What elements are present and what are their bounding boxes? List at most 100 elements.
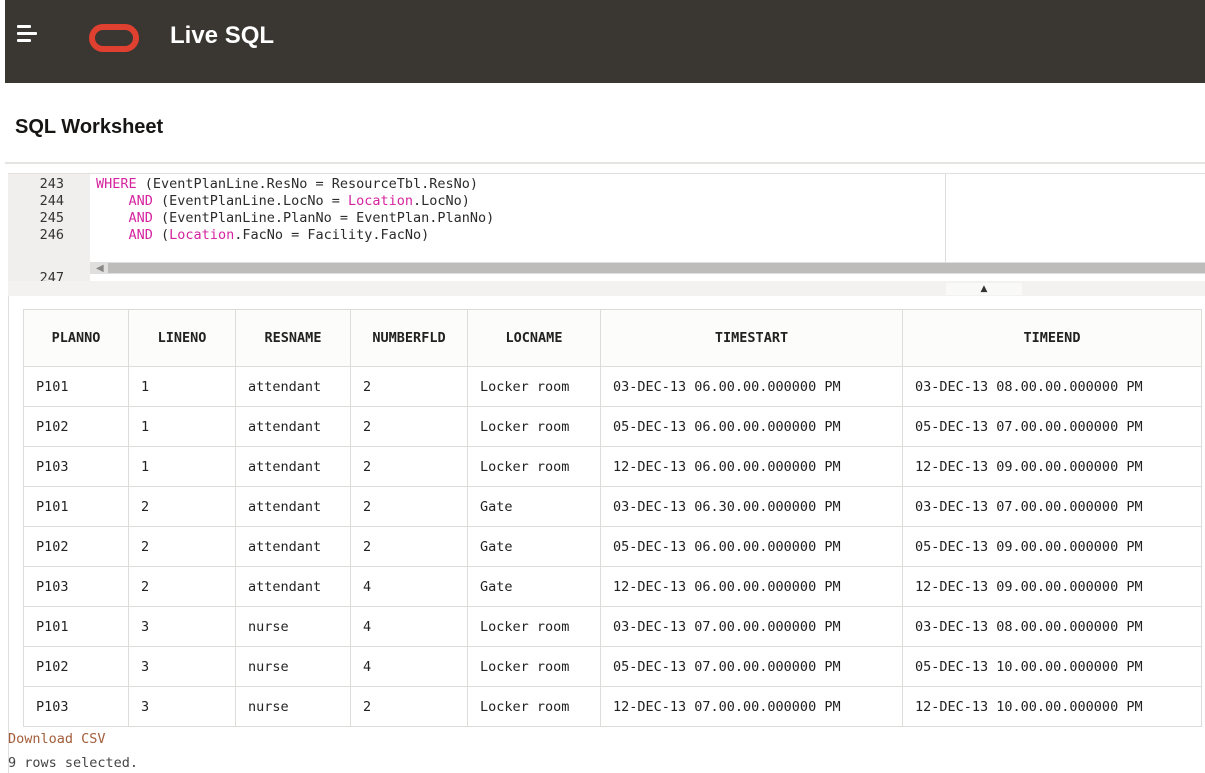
- table-cell: attendant: [235, 526, 351, 567]
- table-cell: 12-DEC-13 09.00.00.000000 PM: [902, 566, 1202, 607]
- code-line[interactable]: AND (Location.FacNo = Facility.FacNo): [96, 227, 430, 243]
- table-cell: nurse: [235, 606, 351, 647]
- table-cell: 2: [350, 366, 468, 407]
- table-cell: P103: [23, 566, 129, 607]
- table-cell: nurse: [235, 686, 351, 727]
- table-cell: 05-DEC-13 06.00.00.000000 PM: [600, 406, 903, 447]
- table-cell: 3: [128, 686, 236, 727]
- download-csv-link[interactable]: Download CSV: [8, 731, 106, 747]
- column-header: PLANNO: [23, 309, 129, 367]
- table-cell: P103: [23, 446, 129, 487]
- column-header: TIMEEND: [902, 309, 1202, 367]
- table-cell: 05-DEC-13 07.00.00.000000 PM: [902, 406, 1202, 447]
- table-cell: 3: [128, 646, 236, 687]
- column-header: RESNAME: [235, 309, 351, 367]
- table-cell: 1: [128, 406, 236, 447]
- table-cell: P102: [23, 646, 129, 687]
- line-number-gutter: 243 244 245 246 247: [8, 174, 90, 286]
- top-navigation-bar: Live SQL: [5, 0, 1205, 83]
- table-cell: P101: [23, 486, 129, 527]
- code-line[interactable]: AND (EventPlanLine.LocNo = Location.LocN…: [96, 193, 470, 209]
- table-cell: Gate: [467, 526, 601, 567]
- table-cell: attendant: [235, 406, 351, 447]
- rows-selected-status: 9 rows selected.: [8, 755, 139, 771]
- table-cell: 4: [350, 606, 468, 647]
- table-cell: Locker room: [467, 446, 601, 487]
- table-row: P102 1 attendant 2 Locker room 05-DEC-13 06.0…: [23, 406, 1202, 447]
- line-number: 243: [39, 176, 64, 192]
- table-cell: 12-DEC-13 06.00.00.000000 PM: [600, 566, 903, 607]
- table-cell: 03-DEC-13 07.00.00.000000 PM: [902, 486, 1202, 527]
- table-row: P101 1 attendant 2 Locker room 03-DEC-13 06.0…: [23, 366, 1202, 407]
- table-cell: Locker room: [467, 406, 601, 447]
- table-cell: 2: [350, 406, 468, 447]
- table-cell: Gate: [467, 566, 601, 607]
- collapse-up-arrow-icon[interactable]: ▲: [946, 283, 1022, 295]
- page-title: SQL Worksheet: [15, 116, 164, 138]
- table-cell: 4: [350, 566, 468, 607]
- table-cell: Locker room: [467, 686, 601, 727]
- table-cell: 2: [128, 566, 236, 607]
- table-cell: Locker room: [467, 366, 601, 407]
- table-cell: P103: [23, 686, 129, 727]
- scrollbar-thumb[interactable]: [108, 263, 1205, 273]
- table-cell: attendant: [235, 486, 351, 527]
- table-cell: 05-DEC-13 06.00.00.000000 PM: [600, 526, 903, 567]
- table-row: P102 3 nurse 4 Locker room 05-DEC-13 07.00.00…: [23, 646, 1202, 687]
- table-row: P103 1 attendant 2 Locker room 12-DEC-13 06.0…: [23, 446, 1202, 487]
- table-cell: attendant: [235, 446, 351, 487]
- table-row: P103 3 nurse 2 Locker room 12-DEC-13 07.00.00…: [23, 686, 1202, 727]
- table-row: P102 2 attendant 2 Gate 05-DEC-13 06.00.00.00…: [23, 526, 1202, 567]
- app-title: Live SQL: [170, 22, 275, 49]
- table-cell: 03-DEC-13 06.00.00.000000 PM: [600, 366, 903, 407]
- table-cell: P102: [23, 526, 129, 567]
- table-cell: 03-DEC-13 06.30.00.000000 PM: [600, 486, 903, 527]
- table-cell: nurse: [235, 646, 351, 687]
- table-cell: 03-DEC-13 08.00.00.000000 PM: [902, 366, 1202, 407]
- table-cell: 2: [350, 446, 468, 487]
- line-number: 245: [39, 210, 64, 226]
- table-cell: 1: [128, 446, 236, 487]
- line-number: 246: [39, 227, 64, 243]
- oracle-logo-icon: [89, 24, 139, 52]
- table-cell: 03-DEC-13 07.00.00.000000 PM: [600, 606, 903, 647]
- scroll-left-arrow-icon[interactable]: ◀: [96, 263, 104, 274]
- print-margin-line: [945, 174, 946, 262]
- table-cell: 2: [350, 686, 468, 727]
- table-cell: attendant: [235, 366, 351, 407]
- hamburger-menu-icon[interactable]: [17, 25, 39, 45]
- divider: [5, 162, 1205, 164]
- table-cell: 2: [128, 486, 236, 527]
- sql-editor[interactable]: 243 244 245 246 247 WHERE (EventPlanLine…: [8, 173, 1205, 286]
- table-cell: 3: [128, 606, 236, 647]
- table-cell: Gate: [467, 486, 601, 527]
- table-cell: 12-DEC-13 10.00.00.000000 PM: [902, 686, 1202, 727]
- table-cell: 05-DEC-13 10.00.00.000000 PM: [902, 646, 1202, 687]
- code-line[interactable]: AND (EventPlanLine.PlanNo = EventPlan.Pl…: [96, 210, 495, 226]
- code-line[interactable]: WHERE (EventPlanLine.ResNo = ResourceTbl…: [96, 176, 478, 192]
- table-cell: 2: [350, 526, 468, 567]
- column-header: NUMBERFLD: [350, 309, 468, 367]
- table-cell: 05-DEC-13 07.00.00.000000 PM: [600, 646, 903, 687]
- table-cell: 05-DEC-13 09.00.00.000000 PM: [902, 526, 1202, 567]
- horizontal-scrollbar[interactable]: [90, 262, 1205, 274]
- table-cell: 12-DEC-13 09.00.00.000000 PM: [902, 446, 1202, 487]
- table-header-row: PLANNO LINENO RESNAME NUMBERFLD LOCNAME …: [23, 309, 1202, 367]
- table-cell: attendant: [235, 566, 351, 607]
- results-table: PLANNO LINENO RESNAME NUMBERFLD LOCNAME …: [23, 309, 1202, 727]
- column-header: TIMESTART: [600, 309, 903, 367]
- pane-splitter[interactable]: ▲: [8, 281, 1205, 297]
- table-cell: 1: [128, 366, 236, 407]
- table-cell: P101: [23, 606, 129, 647]
- table-cell: P101: [23, 366, 129, 407]
- line-number: 244: [39, 193, 64, 209]
- table-row: P101 3 nurse 4 Locker room 03-DEC-13 07.00.00…: [23, 606, 1202, 647]
- column-header: LINENO: [128, 309, 236, 367]
- column-header: LOCNAME: [467, 309, 601, 367]
- table-row: P101 2 attendant 2 Gate 03-DEC-13 06.30.00.00…: [23, 486, 1202, 527]
- table-cell: Locker room: [467, 646, 601, 687]
- table-cell: Locker room: [467, 606, 601, 647]
- table-cell: 12-DEC-13 06.00.00.000000 PM: [600, 446, 903, 487]
- table-cell: P102: [23, 406, 129, 447]
- table-cell: 2: [128, 526, 236, 567]
